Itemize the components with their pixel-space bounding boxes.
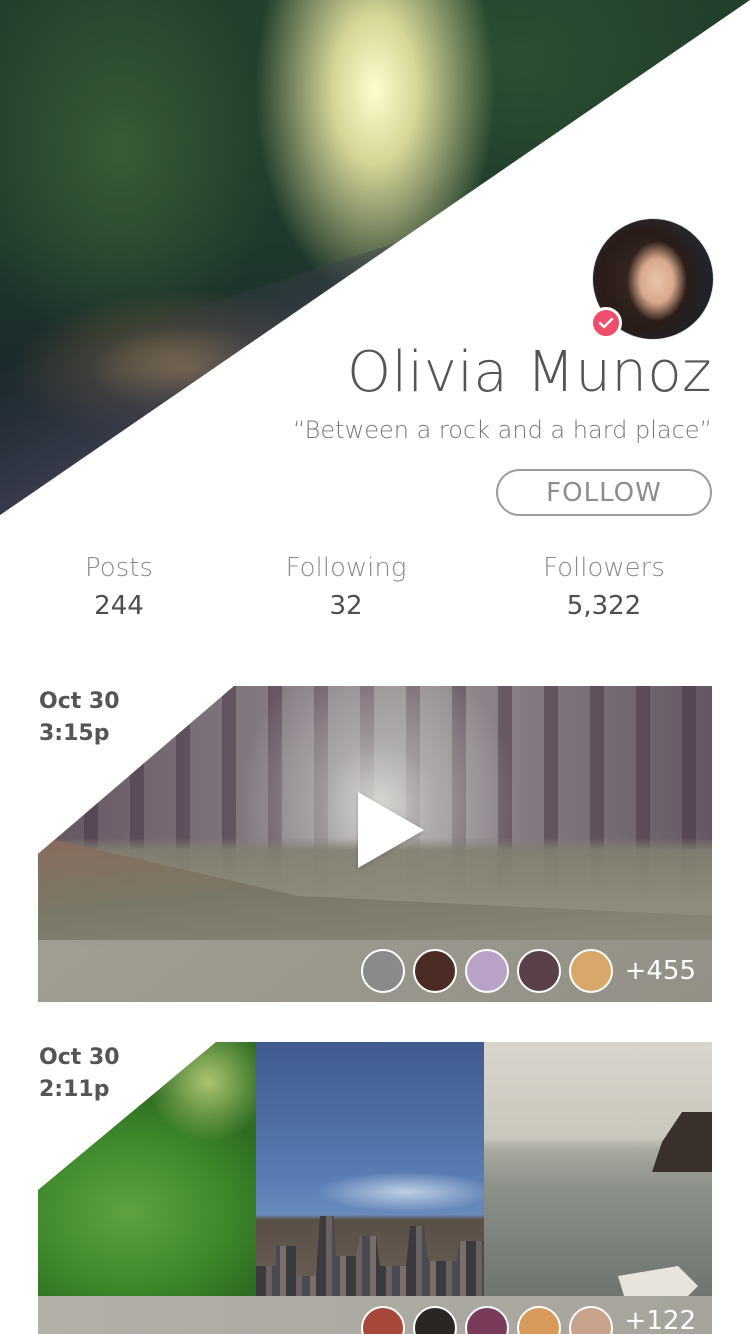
- city-skyline: [256, 1216, 484, 1296]
- post-1-date: Oct 30: [39, 689, 120, 714]
- liker-avatar[interactable]: [464, 949, 509, 993]
- sea-photo[interactable]: [484, 1042, 712, 1296]
- profile-bio: “Between a rock and a hard place”: [292, 416, 712, 444]
- liker-avatar[interactable]: [360, 949, 405, 993]
- check-icon: [598, 317, 614, 329]
- post-2-date: Oct 30: [39, 1045, 120, 1070]
- sea-cliff: [652, 1112, 712, 1172]
- profile-name: Olivia Munoz: [347, 340, 712, 405]
- play-icon[interactable]: [358, 792, 424, 868]
- post-2-likers-bar[interactable]: +122: [38, 1296, 712, 1334]
- stat-following-label: Following: [285, 553, 407, 583]
- liker-avatar[interactable]: [516, 1306, 561, 1334]
- liker-avatar[interactable]: [360, 1306, 405, 1334]
- verified-badge: [590, 307, 622, 339]
- liker-avatar[interactable]: [412, 949, 457, 993]
- post-1-likers-bar[interactable]: +455: [38, 940, 712, 1002]
- stat-posts-value: 244: [94, 591, 144, 621]
- sea-boat: [618, 1266, 698, 1296]
- post-1-time: 3:15p: [39, 721, 110, 746]
- post-2-timestamp: Oct 30 2:11p: [39, 1042, 120, 1106]
- liker-avatar[interactable]: [464, 1306, 509, 1334]
- follow-button[interactable]: FOLLOW: [496, 469, 712, 516]
- stat-followers-value: 5,322: [566, 591, 642, 621]
- post-1-timestamp: Oct 30 3:15p: [39, 686, 120, 750]
- stat-following[interactable]: Following 32: [266, 553, 426, 621]
- stat-posts[interactable]: Posts 244: [58, 553, 180, 621]
- liker-avatar[interactable]: [516, 949, 561, 993]
- post-2-time: 2:11p: [39, 1077, 110, 1102]
- stat-followers[interactable]: Followers 5,322: [526, 553, 682, 621]
- city-photo[interactable]: [256, 1042, 484, 1296]
- stat-posts-label: Posts: [85, 553, 153, 583]
- stat-following-value: 32: [329, 591, 363, 621]
- liker-avatar[interactable]: [568, 949, 613, 993]
- liker-avatar[interactable]: [412, 1306, 457, 1334]
- post-2-likers-count[interactable]: +122: [625, 1306, 696, 1334]
- post-1-likers-count[interactable]: +455: [625, 956, 696, 986]
- liker-avatar[interactable]: [568, 1306, 613, 1334]
- stat-followers-label: Followers: [543, 553, 665, 583]
